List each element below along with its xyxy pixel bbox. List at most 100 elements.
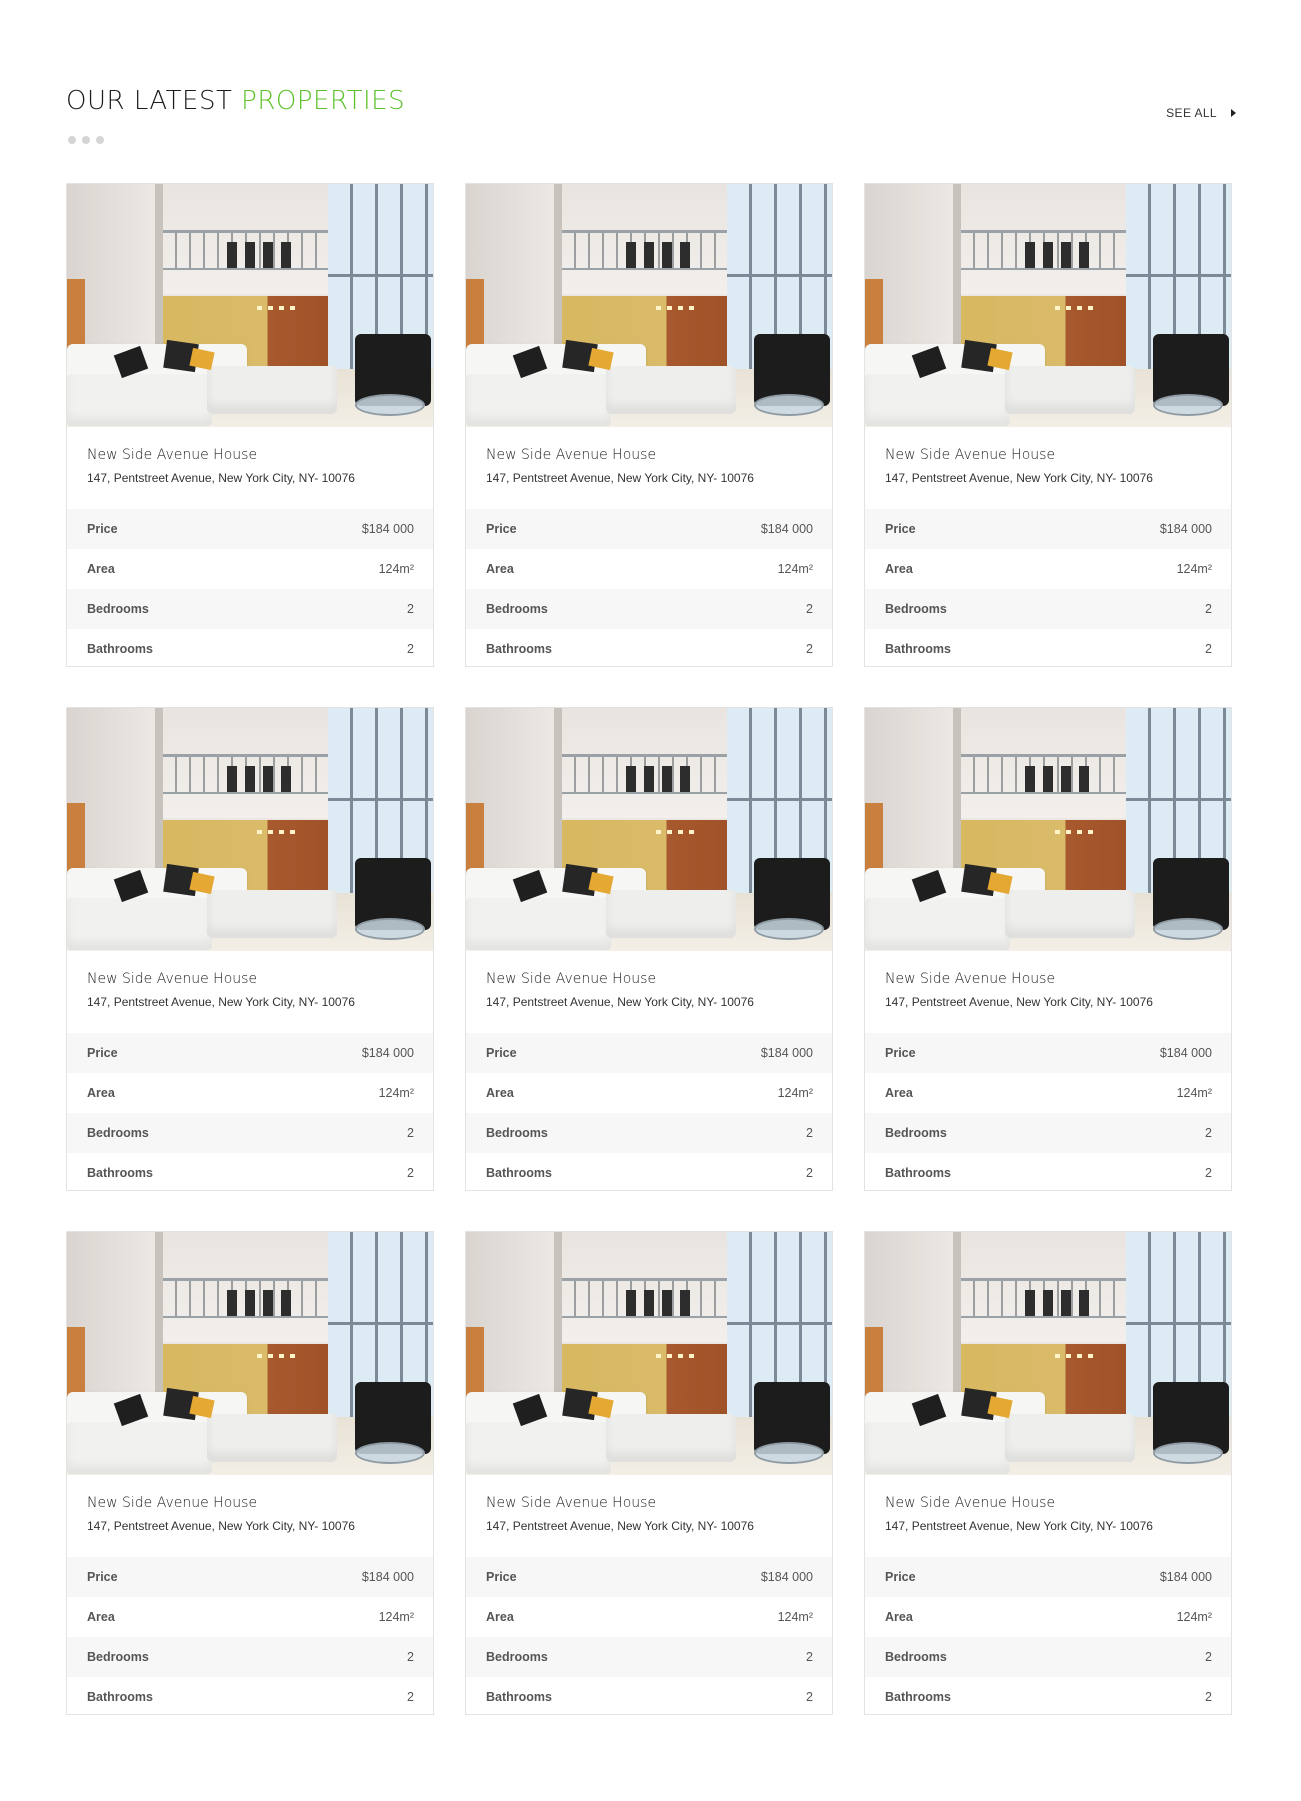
property-title[interactable]: New Side Avenue House [885,447,1211,463]
spec-row-price: Price $184 000 [865,1557,1231,1597]
spec-label: Price [486,1046,517,1060]
spec-row-bedrooms: Bedrooms 2 [466,1637,832,1677]
property-card[interactable]: New Side Avenue House 147, Pentstreet Av… [66,707,434,1191]
property-info: New Side Avenue House 147, Pentstreet Av… [865,427,1231,509]
property-photo[interactable] [67,184,433,427]
spec-label: Bathrooms [87,642,153,656]
spec-row-price: Price $184 000 [67,1557,433,1597]
spec-value-bedrooms: 2 [806,1650,813,1664]
section-title-main: OUR LATEST [66,86,242,116]
decorative-dots [68,136,104,144]
property-specs: Price $184 000 Area 124m² Bedrooms 2 Bathro… [466,1033,832,1190]
property-card[interactable]: New Side Avenue House 147, Pentstreet Av… [864,1231,1232,1715]
property-address: 147, Pentstreet Avenue, New York City, N… [885,1519,1153,1533]
spec-value-price: $184 000 [1159,1046,1212,1060]
property-address: 147, Pentstreet Avenue, New York City, N… [486,1519,754,1533]
spec-value-area: 124m² [1176,562,1212,576]
property-photo[interactable] [865,1232,1231,1475]
property-photo[interactable] [466,708,832,951]
property-info: New Side Avenue House 147, Pentstreet Av… [67,1475,433,1557]
spec-label: Bedrooms [87,1126,149,1140]
spec-value-price: $184 000 [760,522,813,536]
spec-label: Bedrooms [885,602,947,616]
spec-row-price: Price $184 000 [466,509,832,549]
spec-label: Area [486,1610,514,1624]
property-info: New Side Avenue House 147, Pentstreet Av… [67,427,433,509]
property-card[interactable]: New Side Avenue House 147, Pentstreet Av… [465,183,833,667]
property-title[interactable]: New Side Avenue House [87,1495,413,1511]
spec-value-bedrooms: 2 [407,1650,414,1664]
spec-value-price: $184 000 [361,522,414,536]
see-all-link[interactable]: SEE ALL [1166,106,1236,120]
spec-label: Bedrooms [486,1650,548,1664]
property-title[interactable]: New Side Avenue House [87,971,413,987]
spec-row-price: Price $184 000 [865,1033,1231,1073]
property-title[interactable]: New Side Avenue House [885,971,1211,987]
spec-row-bedrooms: Bedrooms 2 [67,1637,433,1677]
spec-label: Bedrooms [87,1650,149,1664]
spec-value-area: 124m² [378,562,414,576]
spec-value-bathrooms: 2 [407,1166,414,1180]
spec-value-price: $184 000 [361,1570,414,1584]
property-title[interactable]: New Side Avenue House [87,447,413,463]
property-title[interactable]: New Side Avenue House [486,447,812,463]
spec-label: Area [885,1086,913,1100]
property-photo[interactable] [466,184,832,427]
spec-value-bedrooms: 2 [407,1126,414,1140]
spec-label: Area [486,1086,514,1100]
spec-value-bathrooms: 2 [1205,1166,1212,1180]
property-photo[interactable] [67,1232,433,1475]
property-address: 147, Pentstreet Avenue, New York City, N… [87,1519,355,1533]
property-card[interactable]: New Side Avenue House 147, Pentstreet Av… [864,707,1232,1191]
property-photo[interactable] [865,708,1231,951]
property-title[interactable]: New Side Avenue House [885,1495,1211,1511]
spec-row-bathrooms: Bathrooms 2 [67,629,433,666]
spec-value-area: 124m² [1176,1086,1212,1100]
spec-value-bathrooms: 2 [806,1690,813,1704]
spec-row-area: Area 124m² [865,549,1231,589]
spec-row-bathrooms: Bathrooms 2 [865,1677,1231,1714]
spec-value-bedrooms: 2 [806,1126,813,1140]
property-photo[interactable] [865,184,1231,427]
spec-value-bathrooms: 2 [407,1690,414,1704]
spec-row-bathrooms: Bathrooms 2 [466,629,832,666]
spec-row-bathrooms: Bathrooms 2 [67,1153,433,1190]
spec-label: Bathrooms [87,1690,153,1704]
spec-label: Area [885,1610,913,1624]
spec-value-area: 124m² [1176,1610,1212,1624]
spec-row-bedrooms: Bedrooms 2 [865,589,1231,629]
caret-right-icon [1231,109,1236,117]
property-card[interactable]: New Side Avenue House 147, Pentstreet Av… [465,1231,833,1715]
spec-label: Price [885,1570,916,1584]
spec-value-area: 124m² [777,562,813,576]
spec-value-price: $184 000 [1159,1570,1212,1584]
spec-label: Bedrooms [486,602,548,616]
property-title[interactable]: New Side Avenue House [486,1495,812,1511]
spec-row-area: Area 124m² [466,1597,832,1637]
property-card[interactable]: New Side Avenue House 147, Pentstreet Av… [66,1231,434,1715]
dot-icon [82,136,90,144]
spec-row-area: Area 124m² [67,1073,433,1113]
property-specs: Price $184 000 Area 124m² Bedrooms 2 Bathro… [67,509,433,666]
property-address: 147, Pentstreet Avenue, New York City, N… [486,995,754,1009]
spec-value-price: $184 000 [361,1046,414,1060]
spec-label: Price [87,1570,118,1584]
section-title-accent: PROPERTIES [241,86,406,116]
spec-value-area: 124m² [777,1610,813,1624]
spec-row-bedrooms: Bedrooms 2 [466,1113,832,1153]
property-address: 147, Pentstreet Avenue, New York City, N… [87,471,355,485]
property-specs: Price $184 000 Area 124m² Bedrooms 2 Bathro… [67,1557,433,1714]
property-card[interactable]: New Side Avenue House 147, Pentstreet Av… [864,183,1232,667]
property-card[interactable]: New Side Avenue House 147, Pentstreet Av… [66,183,434,667]
property-card[interactable]: New Side Avenue House 147, Pentstreet Av… [465,707,833,1191]
spec-value-price: $184 000 [1159,522,1212,536]
spec-label: Bathrooms [885,1690,951,1704]
property-photo[interactable] [67,708,433,951]
spec-row-price: Price $184 000 [466,1033,832,1073]
spec-label: Area [87,1086,115,1100]
spec-label: Price [885,522,916,536]
property-info: New Side Avenue House 147, Pentstreet Av… [865,1475,1231,1557]
property-title[interactable]: New Side Avenue House [486,971,812,987]
spec-value-bathrooms: 2 [1205,642,1212,656]
property-photo[interactable] [466,1232,832,1475]
